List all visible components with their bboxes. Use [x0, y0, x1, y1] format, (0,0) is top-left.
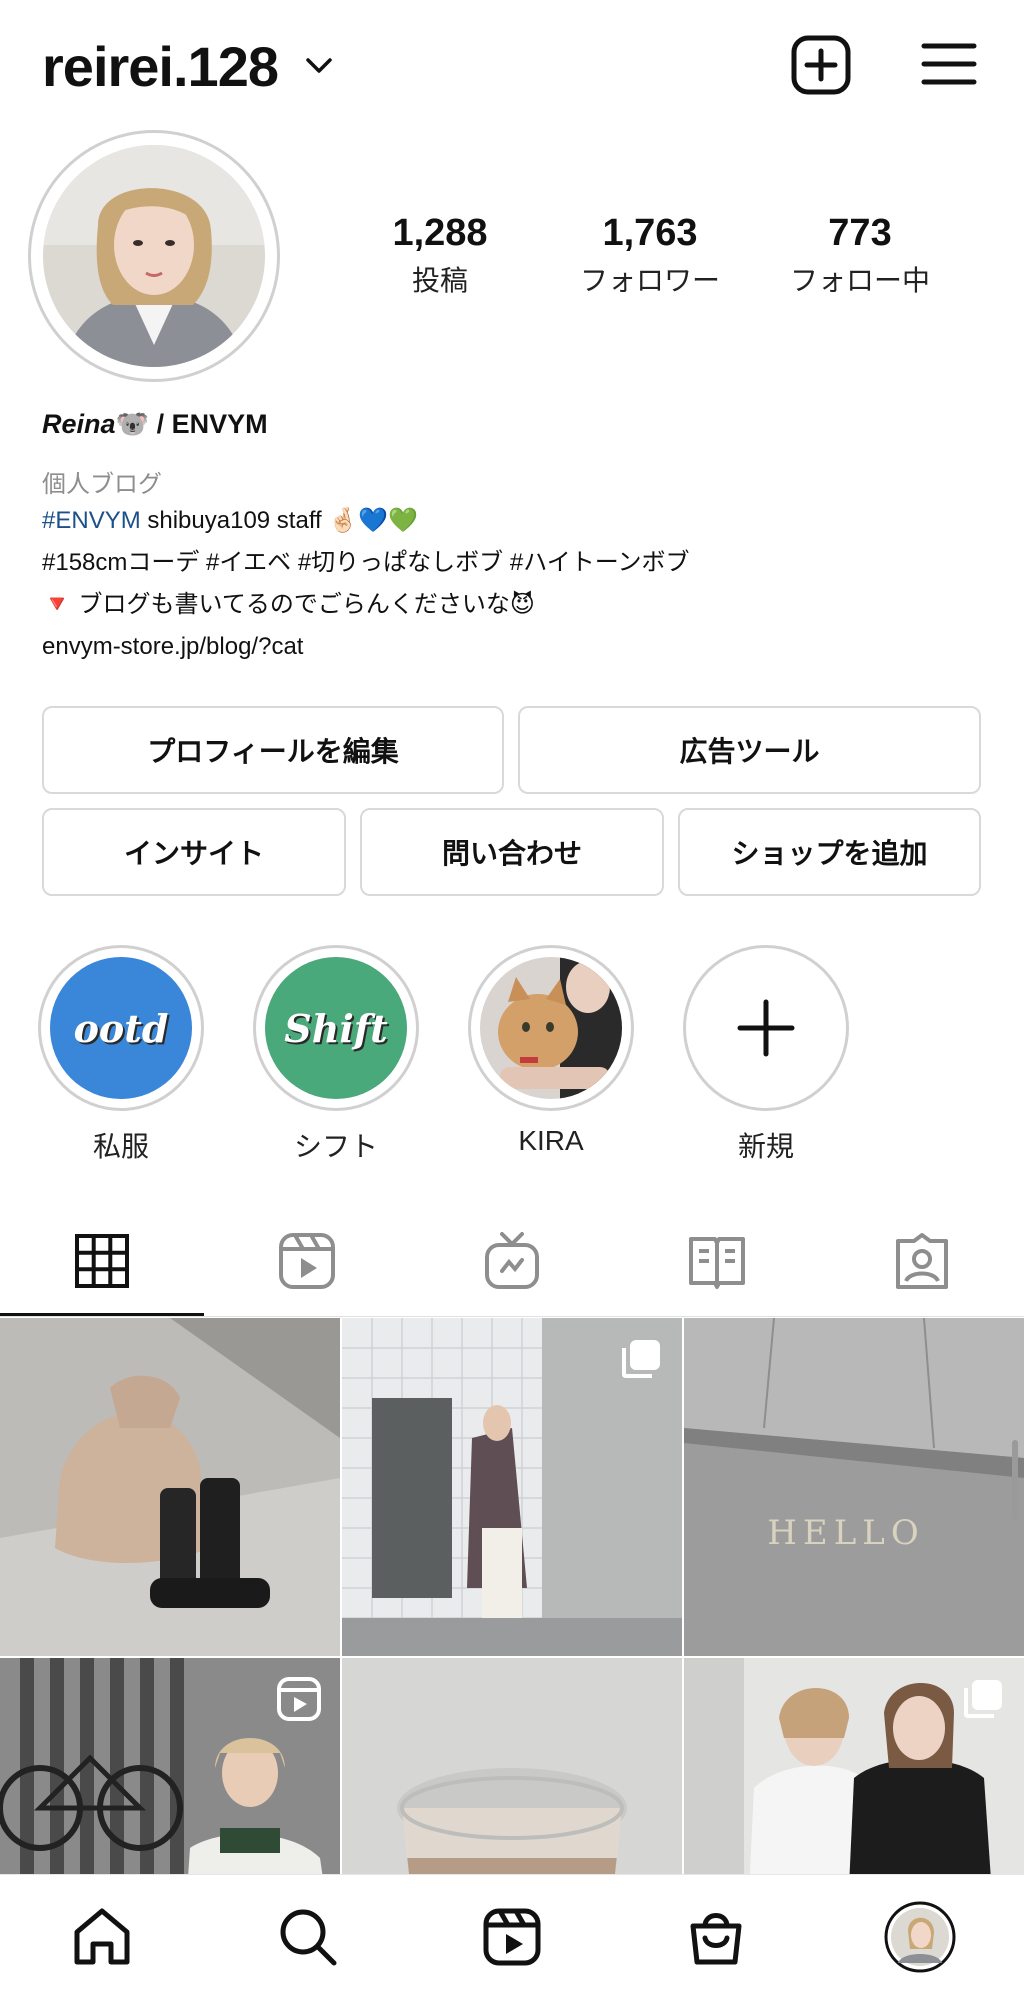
search-icon: [280, 1909, 337, 1966]
profile-category: 個人ブログ: [42, 471, 162, 498]
display-name: Reina🐨 / ENVYM: [42, 408, 982, 452]
profile-header: reirei.128: [0, 0, 1024, 130]
stat-value: 1,763: [602, 212, 698, 254]
hello-sign-text: HELLO: [767, 1513, 925, 1553]
highlight-ring: [468, 945, 634, 1111]
posts-count[interactable]: 1,288 投稿: [350, 212, 530, 299]
insights-button[interactable]: インサイト: [42, 808, 346, 896]
contact-button[interactable]: 問い合わせ: [360, 808, 664, 896]
nav-home[interactable]: [62, 1897, 142, 1977]
new-highlight-button[interactable]: 新規: [681, 945, 851, 1165]
hamburger-menu-icon[interactable]: [920, 38, 978, 90]
following-count[interactable]: 773 フォロー中: [770, 212, 950, 299]
highlight-cover: Shift: [265, 957, 407, 1099]
highlight-cover: [695, 957, 837, 1099]
profile-avatar[interactable]: [28, 130, 280, 382]
highlight-cover: ootd: [50, 957, 192, 1099]
bio-website-link[interactable]: envym-store.jp/blog/?cat: [42, 626, 982, 668]
highlight-cover-text: ootd: [73, 1005, 169, 1051]
bio-line-1: #ENVYM shibuya109 staff 🤞🏻💙💚: [42, 500, 982, 542]
guides-icon: [689, 1237, 745, 1289]
nav-profile[interactable]: [880, 1897, 960, 1977]
carousel-icon: [964, 1680, 1002, 1718]
post-thumbnail[interactable]: [0, 1658, 340, 1874]
highlight-shift[interactable]: Shift シフト: [251, 945, 421, 1165]
tab-tagged[interactable]: [820, 1205, 1024, 1317]
reels-icon: [279, 1233, 335, 1289]
stat-label: 投稿: [411, 265, 468, 296]
tabs-divider: [0, 1316, 1024, 1317]
nav-shop[interactable]: [676, 1897, 756, 1977]
tab-grid[interactable]: [0, 1205, 204, 1317]
bio-text: shibuya109 staff 🤞🏻💙💚: [140, 507, 419, 534]
bio-line-3: 🔻 ブログも書いてるのでごらんくださいな😈: [42, 591, 535, 618]
highlight-label: KIRA: [518, 1125, 584, 1156]
post-thumbnail[interactable]: HELLO: [684, 1318, 1024, 1656]
reels-icon: [483, 1908, 541, 1966]
tab-igtv[interactable]: [410, 1205, 614, 1317]
post-thumbnail[interactable]: [342, 1318, 682, 1656]
tagged-icon: [896, 1233, 948, 1289]
highlight-label: シフト: [293, 1131, 378, 1162]
display-name-italic: Reina: [42, 409, 116, 439]
profile-tabs: [0, 1205, 1024, 1317]
carousel-icon: [622, 1340, 660, 1378]
username[interactable]: reirei.128: [42, 34, 279, 99]
highlight-ootd[interactable]: ootd 私服: [36, 945, 206, 1165]
post-thumbnail[interactable]: [342, 1658, 682, 1874]
display-name-rest: / ENVYM: [149, 409, 268, 439]
post-thumbnail[interactable]: [0, 1318, 340, 1656]
stat-label: フォロワー: [579, 265, 720, 296]
bio-hashtags[interactable]: #158cmコーデ #イエベ #切りっぱなしボブ #ハイトーンボブ: [42, 542, 982, 584]
plus-square-icon[interactable]: [790, 34, 852, 96]
edit-profile-button[interactable]: プロフィールを編集: [42, 706, 504, 794]
highlight-label: 私服: [92, 1131, 149, 1162]
ad-tools-button[interactable]: 広告ツール: [518, 706, 981, 794]
followers-count[interactable]: 1,763 フォロワー: [560, 212, 740, 299]
tab-guides[interactable]: [615, 1205, 819, 1317]
chevron-down-icon[interactable]: [302, 50, 336, 80]
highlight-cover-text: Shift: [284, 1005, 388, 1051]
koala-emoji: 🐨: [115, 409, 150, 439]
profile-bio: Reina🐨 / ENVYM 個人ブログ #ENVYM shibuya109 s…: [42, 408, 982, 668]
highlight-ring: [683, 945, 849, 1111]
nav-reels[interactable]: [472, 1897, 552, 1977]
stat-label: フォロー中: [789, 265, 930, 296]
highlight-ring: ootd: [38, 945, 204, 1111]
scroll-indicator: [1012, 1440, 1018, 1520]
add-shop-button[interactable]: ショップを追加: [678, 808, 981, 896]
tab-reels[interactable]: [205, 1205, 409, 1317]
nav-search[interactable]: [268, 1897, 348, 1977]
shop-icon: [690, 1913, 742, 1965]
post-thumbnail[interactable]: [684, 1658, 1024, 1874]
grid-icon: [75, 1234, 129, 1288]
avatar-photo: [43, 145, 265, 367]
highlight-kira[interactable]: KIRA: [466, 945, 636, 1157]
profile-avatar: [884, 1901, 956, 1973]
highlight-label: 新規: [737, 1131, 794, 1162]
home-icon: [74, 1908, 130, 1965]
hashtag-link[interactable]: #ENVYM: [42, 507, 141, 534]
bottom-navigation: [0, 1874, 1024, 2003]
highlight-ring: Shift: [253, 945, 419, 1111]
igtv-icon: [485, 1232, 539, 1289]
post-grid: HELLO: [0, 1318, 1024, 1874]
stat-value: 773: [828, 212, 892, 254]
highlight-cover-photo: [480, 957, 622, 1099]
plus-icon: [737, 999, 795, 1057]
reels-post-icon: [277, 1677, 321, 1721]
stat-value: 1,288: [392, 212, 488, 254]
